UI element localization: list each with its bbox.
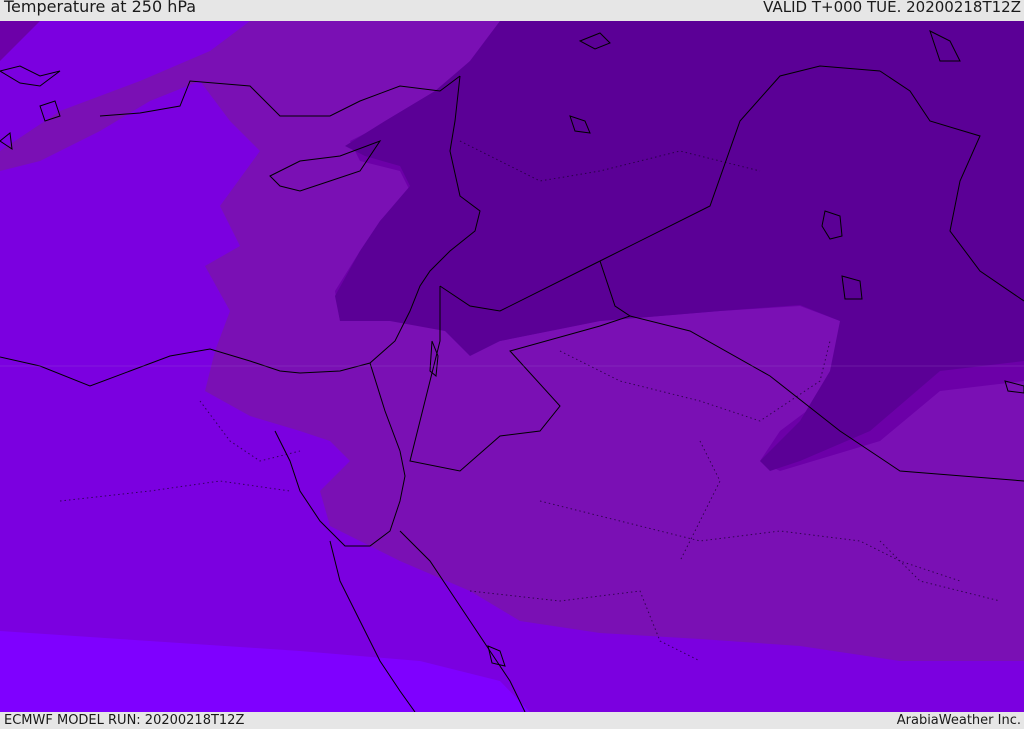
header-bar: Temperature at 250 hPa VALID T+000 TUE. … bbox=[0, 0, 1024, 21]
map-title: Temperature at 250 hPa bbox=[4, 0, 197, 16]
map-frame: Temperature at 250 hPa VALID T+000 TUE. … bbox=[0, 0, 1024, 729]
temperature-map bbox=[0, 21, 1024, 712]
credit: ArabiaWeather Inc. bbox=[896, 713, 1021, 728]
map-area bbox=[0, 21, 1024, 712]
footer-bar: ECMWF MODEL RUN: 20200218T12Z ArabiaWeat… bbox=[0, 712, 1024, 729]
valid-time: VALID T+000 TUE. 20200218T12Z bbox=[763, 0, 1021, 16]
model-run: ECMWF MODEL RUN: 20200218T12Z bbox=[4, 713, 245, 728]
